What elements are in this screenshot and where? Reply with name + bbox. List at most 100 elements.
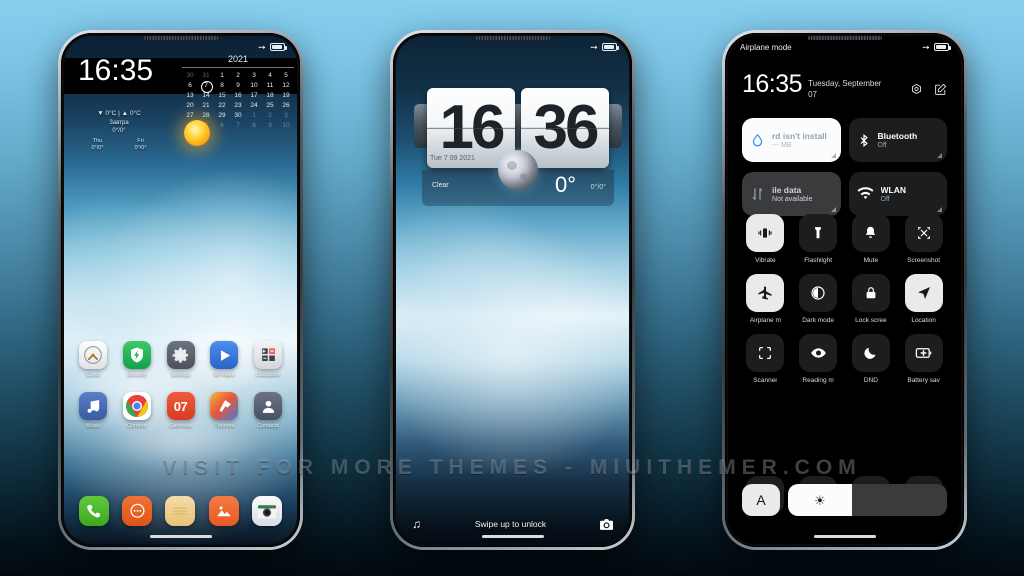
brightness-slider[interactable]: ☀: [788, 484, 947, 516]
quick-setting-airplane-m[interactable]: Airplane m: [742, 274, 789, 324]
app-calculator[interactable]: Calculator: [249, 341, 287, 378]
dock-notes[interactable]: [161, 496, 199, 526]
camera-icon[interactable]: [599, 518, 613, 530]
calendar-day: 4: [268, 72, 272, 79]
app-calendar[interactable]: 07 Calendar: [162, 392, 200, 429]
calendar-day: 9: [268, 122, 272, 129]
expand-corner-icon[interactable]: [937, 153, 942, 158]
sun-icon: [184, 120, 210, 146]
app-label: Clock: [86, 372, 100, 378]
airplane-icon: [746, 274, 785, 312]
big-tile-title: WLAN: [880, 185, 907, 195]
expand-corner-icon[interactable]: [937, 207, 942, 212]
screen-lock[interactable]: ➚ 16 36 Tue 7 09 2021 Clear 0° 0°/0° ♫ S…: [396, 36, 629, 544]
calendar-day: 11: [266, 82, 274, 89]
brightness-icon: ☀: [813, 492, 826, 508]
weather-widget[interactable]: ▼ 0°C | ▲ 0°C Завтра 0°/0° Thu 0°/0° Fri 0°…: [76, 110, 162, 152]
vibrate-icon: [746, 214, 785, 252]
expand-corner-icon[interactable]: [830, 153, 836, 158]
quick-setting-flashlight[interactable]: Flashlight: [795, 214, 842, 264]
big-tile-bluetooth[interactable]: Bluetooth Off: [848, 118, 947, 162]
app-contacts[interactable]: Contacts: [249, 392, 287, 429]
auto-brightness-icon[interactable]: A: [742, 484, 780, 516]
app-grid: Clock Security Settings Mi Video Calculator …: [64, 341, 297, 443]
calendar-day: 29: [218, 112, 226, 119]
dock-phone[interactable]: [75, 496, 113, 526]
app-settings[interactable]: Settings: [162, 341, 200, 378]
edit-icon[interactable]: [934, 83, 947, 96]
dock-gallery[interactable]: [205, 496, 243, 526]
phone-lock-screen: ➚ 16 36 Tue 7 09 2021 Clear 0° 0°/0° ♫ S…: [390, 30, 635, 550]
calendar-day: 12: [282, 82, 290, 89]
calculator-icon: [254, 341, 282, 369]
quick-setting-battery-sav[interactable]: Battery sav: [900, 334, 947, 384]
battery-icon: [934, 43, 951, 51]
home-indicator: [813, 535, 876, 538]
phone-bezel: ➚ 16:35 2021 30 31 1 2 3 4 5 6 7 8 9 10 11 12 13 14 15 16…: [61, 33, 300, 547]
water-drop-icon: [750, 132, 765, 149]
weather-day: Thu 0°/0°: [91, 138, 103, 152]
app-themes[interactable]: Themes: [205, 392, 243, 429]
auto-brightness-label: A: [756, 492, 766, 508]
big-tile-subtitle: Not available: [772, 196, 813, 203]
app-clock[interactable]: Clock: [74, 341, 112, 378]
big-tile-title: rd isn't install: [772, 131, 827, 141]
calendar-day: 30: [234, 112, 242, 119]
app-chrome[interactable]: Chrome: [118, 392, 156, 429]
quick-setting-screenshot[interactable]: Screenshot: [900, 214, 947, 264]
weather-tomorrow-temp: 0°/0°: [112, 128, 126, 134]
screen-home[interactable]: ➚ 16:35 2021 30 31 1 2 3 4 5 6 7 8 9 10 11 12 13 14 15 16…: [64, 36, 297, 544]
quick-setting-lock-scree[interactable]: Lock scree: [848, 274, 895, 324]
quick-setting-mute[interactable]: Mute: [848, 214, 895, 264]
home-clock: 16:35: [78, 54, 154, 87]
expand-corner-icon[interactable]: [830, 207, 836, 212]
flip-clock-widget[interactable]: 16 36 Tue 7 09 2021 Clear 0° 0°/0°: [414, 88, 622, 206]
calendar-day: 28: [202, 112, 210, 119]
quick-setting-label: Mute: [863, 257, 879, 264]
phone-bezel: ➚ 16 36 Tue 7 09 2021 Clear 0° 0°/0° ♫ S…: [393, 33, 632, 547]
settings-gear-icon[interactable]: [910, 83, 923, 96]
calendar-day: 10: [250, 82, 258, 89]
quick-setting-dark-mode[interactable]: Dark mode: [795, 274, 842, 324]
airplane-icon: ➚: [588, 40, 601, 53]
calendar-widget[interactable]: 2021 30 31 1 2 3 4 5 6 7 8 9 10 11 12 13 14 15 16 17 18 19 20…: [182, 54, 294, 130]
quick-setting-label: Lock scree: [855, 317, 887, 324]
play-icon: [210, 341, 239, 369]
app-label: Chrome: [126, 423, 147, 429]
earpiece-speaker: [143, 36, 218, 40]
big-tile-wlan[interactable]: WLAN Off: [848, 172, 947, 216]
big-tile-rd-isn-t-install[interactable]: rd isn't install --- MB: [742, 118, 841, 162]
quick-setting-location[interactable]: Location: [900, 274, 947, 324]
lock-screen-shortcuts: ♫ Swipe up to unlock: [396, 518, 629, 530]
calendar-day: 7: [236, 122, 240, 129]
calendar-day: 31: [202, 72, 210, 79]
airplane-icon: ➚: [256, 40, 269, 53]
app-mi-video[interactable]: Mi Video: [205, 341, 243, 378]
quick-setting-label: Vibrate: [755, 257, 776, 264]
dock-camera[interactable]: [248, 496, 286, 526]
calendar-divider: [182, 67, 294, 68]
phone-control-center: Airplane mode ➚ 16:35 Tuesday, September…: [722, 30, 967, 550]
app-music[interactable]: Music: [74, 392, 112, 429]
calendar-day: 24: [250, 102, 258, 109]
calendar-day: 21: [202, 102, 210, 109]
quick-setting-label: DND: [863, 377, 878, 384]
music-note-icon[interactable]: ♫: [412, 518, 421, 530]
big-tile-ile-data[interactable]: ile data Not available: [742, 172, 841, 216]
quick-setting-vibrate[interactable]: Vibrate: [742, 214, 789, 264]
unlock-hint: Swipe up to unlock: [474, 519, 547, 529]
calendar-day: 3: [284, 112, 288, 119]
big-tile-text: WLAN Off: [881, 185, 907, 203]
quick-setting-scanner[interactable]: Scanner: [742, 334, 789, 384]
quick-setting-label: Battery sav: [907, 377, 940, 384]
quick-setting-reading-m[interactable]: Reading m: [795, 334, 842, 384]
app-security[interactable]: Security: [118, 341, 156, 378]
app-label: Security: [126, 372, 147, 378]
quick-setting-dnd[interactable]: DND: [848, 334, 895, 384]
big-tile-text: Bluetooth Off: [878, 131, 918, 149]
status-bar-right: ➚: [588, 40, 619, 53]
dock-messages[interactable]: [118, 496, 156, 526]
status-bar-airplane-label: Airplane mode: [740, 42, 792, 52]
big-tiles-row-2: ile data Not available WLAN Off: [742, 172, 947, 216]
screen-control-center[interactable]: Airplane mode ➚ 16:35 Tuesday, September…: [728, 36, 961, 544]
